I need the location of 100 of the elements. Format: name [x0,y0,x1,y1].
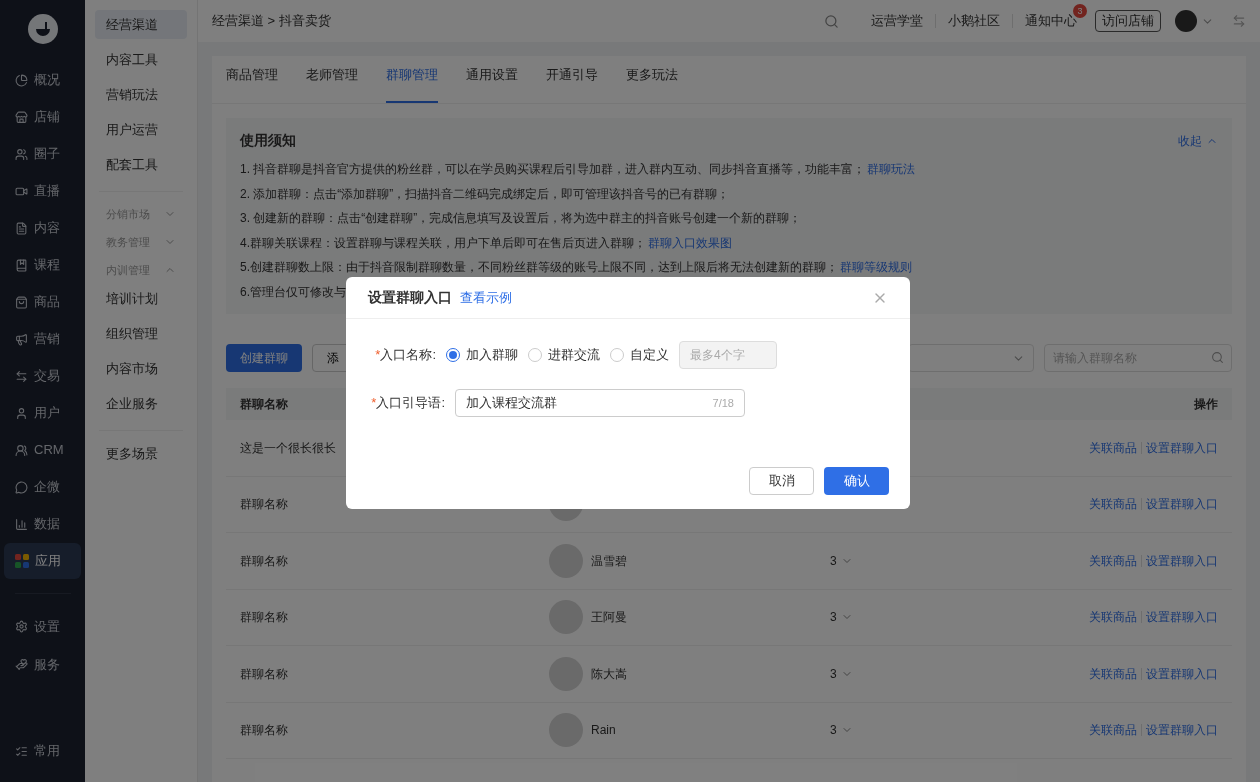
field-label: *入口名称: [374,346,437,365]
nav-item[interactable]: 设置 [4,608,81,645]
table-cell-text: 王阿曼 [591,609,627,627]
radio-option[interactable]: 自定义 [610,345,669,365]
table-cell-text: 陈大嵩 [591,665,627,683]
notice-line: 2. 添加群聊：点击“添加群聊”，扫描抖音二维码完成绑定后，即可管理该抖音号的已有群聊； [240,185,730,203]
action-link[interactable]: 设置群聊入口 [1146,608,1218,627]
nav-item[interactable]: 常用 [0,736,85,766]
column-header: 群聊名称 [240,396,288,413]
breadcrumb: 经营渠道 > 抖音卖货 [212,12,331,31]
nav-item[interactable]: 圈子 [4,136,81,172]
action-link[interactable]: 设置群聊入口 [1146,551,1218,570]
nav-item[interactable]: 营销 [4,321,81,357]
header-link[interactable]: 运营学堂 [859,11,935,31]
menu-item[interactable]: 经营渠道 [95,10,187,39]
tab[interactable]: 群聊管理 [386,65,438,103]
table-cell-text: 3 [830,609,837,627]
action-link[interactable]: 关联商品 [1089,608,1137,627]
search-icon[interactable] [824,13,839,29]
tab[interactable]: 开通引导 [546,65,598,103]
pie-chart-icon [15,73,28,87]
nav-item[interactable]: CRM [4,432,81,468]
notification-badge: 3 [1073,4,1087,19]
table-cell-text: 群聊名称 [240,609,288,627]
list-icon [15,744,28,758]
collapse-link[interactable]: 收起 [1178,131,1218,150]
menu-item[interactable]: 内容工具 [95,45,187,74]
table-cell-text: 温雪碧 [591,552,627,570]
notice-link[interactable]: 群聊等级规则 [840,258,912,277]
custom-name-field[interactable]: 最多4个字 [679,341,777,369]
action-link[interactable]: 关联商品 [1089,721,1137,740]
nav-item[interactable]: 直播 [4,173,81,209]
nav-item[interactable]: 应用 [4,543,81,579]
notice-link[interactable]: 群聊玩法 [867,160,916,179]
document-icon [15,221,28,235]
action-link[interactable]: 设置群聊入口 [1146,721,1218,740]
table-cell-text: 3 [830,722,837,740]
nav-item[interactable]: 服务 [4,646,81,683]
notice-title: 使用须知 [240,131,296,150]
radio-option[interactable]: 加入群聊 [446,345,518,365]
action-link[interactable]: 关联商品 [1089,495,1137,514]
header-link[interactable]: 小鹅社区 [936,11,1012,31]
logo-icon [27,14,58,44]
table-cell-text: 群聊名称 [240,496,288,514]
tab[interactable]: 通用设置 [466,65,518,103]
nav-item[interactable]: 交易 [4,358,81,394]
notice-line: 5.创建群聊数上限：由于抖音限制群聊数量，不同粉丝群等级的账号上限不同，达到上限后将无法创建新的群聊； [240,259,838,277]
table-cell-text: 群聊名称 [240,665,288,683]
action-link[interactable]: 关联商品 [1089,438,1137,457]
nav-item[interactable]: 企微 [4,469,81,505]
menu-item[interactable]: 用户运营 [95,115,187,144]
nav-item[interactable]: 概况 [4,62,81,98]
nav-item[interactable]: 内容 [4,210,81,246]
field-label: *入口引导语: [370,394,446,413]
action-link[interactable]: 设置群聊入口 [1146,438,1218,457]
character-counter: 7/18 [712,395,734,411]
nav-item[interactable]: 用户 [4,395,81,431]
store-icon [15,110,28,124]
table-cell-text: 这是一个很长很长 [240,439,336,457]
action-link[interactable]: 设置群聊入口 [1146,664,1218,683]
notice-line: 4.群聊关联课程：设置群聊与课程关联，用户下单后即可在售后页进入群聊； [240,234,646,252]
nav-item[interactable]: 商品 [4,284,81,320]
create-group-button[interactable]: 创建群聊 [226,344,302,372]
menu-item[interactable]: 培训计划 [95,284,187,313]
cancel-button[interactable]: 取消 [749,467,814,495]
menu-item[interactable]: 企业服务 [95,389,187,418]
swap-icon[interactable] [1232,14,1246,28]
chart-icon [15,517,28,531]
nav-item[interactable]: 数据 [4,506,81,542]
bag-icon [15,295,28,309]
table-cell-text: 群聊名称 [240,552,288,570]
avatar[interactable] [1175,10,1197,32]
visit-store-button[interactable]: 访问店铺 [1095,10,1161,32]
dialog-title: 设置群聊入口 [368,288,452,307]
exchange-icon [15,369,28,383]
action-link[interactable]: 设置群聊入口 [1146,495,1218,514]
menu-item[interactable]: 内容市场 [95,354,187,383]
tab[interactable]: 更多玩法 [626,65,678,103]
column-header: 操作 [1194,396,1218,413]
tab[interactable]: 商品管理 [226,65,278,103]
table-cell-text: 3 [830,665,837,683]
users-icon [15,443,28,457]
menu-item[interactable]: 配套工具 [95,150,187,179]
confirm-button[interactable]: 确认 [824,467,889,495]
radio-option[interactable]: 进群交流 [528,345,600,365]
table-cell-text: 3 [830,552,837,570]
menu-item[interactable]: 营销玩法 [95,80,187,109]
notice-link[interactable]: 群聊入口效果图 [648,233,732,252]
nav-item[interactable]: 课程 [4,247,81,283]
user-icon [15,406,28,420]
menu-item[interactable]: 更多场景 [95,439,187,468]
action-link[interactable]: 关联商品 [1089,551,1137,570]
nav-item[interactable]: 店铺 [4,99,81,135]
menu-item[interactable]: 组织管理 [95,319,187,348]
action-link[interactable]: 关联商品 [1089,664,1137,683]
example-link[interactable]: 查看示例 [460,287,512,308]
search-icon[interactable] [1211,351,1224,364]
tab[interactable]: 老师管理 [306,65,358,103]
guide-text-field[interactable]: 加入课程交流群 7/18 [455,389,745,417]
people-icon [15,147,28,161]
